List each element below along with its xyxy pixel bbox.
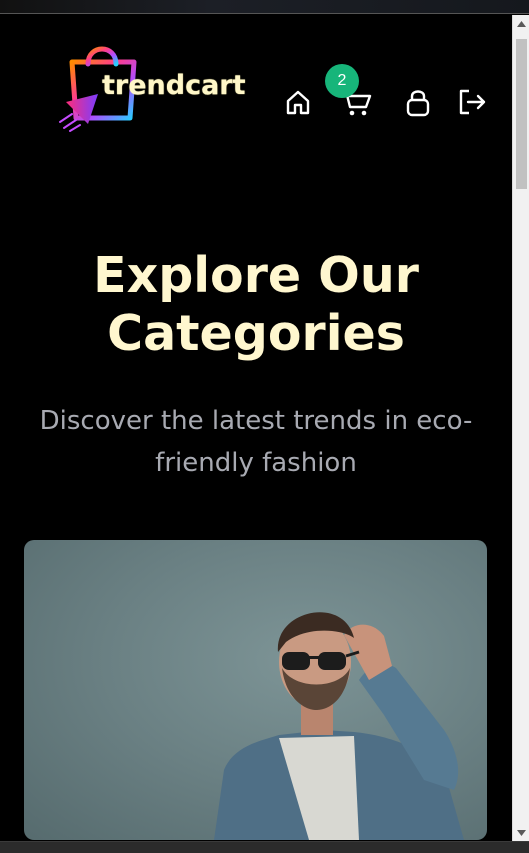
hero-subtitle: Discover the latest trends in eco-friend… xyxy=(39,406,473,478)
window-top-strip xyxy=(0,0,529,14)
home-icon[interactable] xyxy=(282,86,314,118)
hero-title: Explore Our Categories xyxy=(93,247,419,362)
trendcart-logo[interactable]: trendcart xyxy=(58,32,246,132)
logout-icon[interactable] xyxy=(456,86,488,118)
lock-icon[interactable] xyxy=(402,86,434,118)
vertical-scrollbar[interactable] xyxy=(512,15,529,841)
scroll-up-arrow-icon[interactable] xyxy=(513,15,529,32)
cart-count-badge: 2 xyxy=(325,64,359,98)
logo-text: trendcart xyxy=(102,70,246,101)
scroll-down-arrow-icon[interactable] xyxy=(513,824,529,841)
scrollbar-thumb[interactable] xyxy=(516,39,527,189)
category-card[interactable] xyxy=(24,540,487,840)
window-bottom-strip xyxy=(0,841,529,853)
category-image-man-denim-jacket xyxy=(214,612,464,840)
